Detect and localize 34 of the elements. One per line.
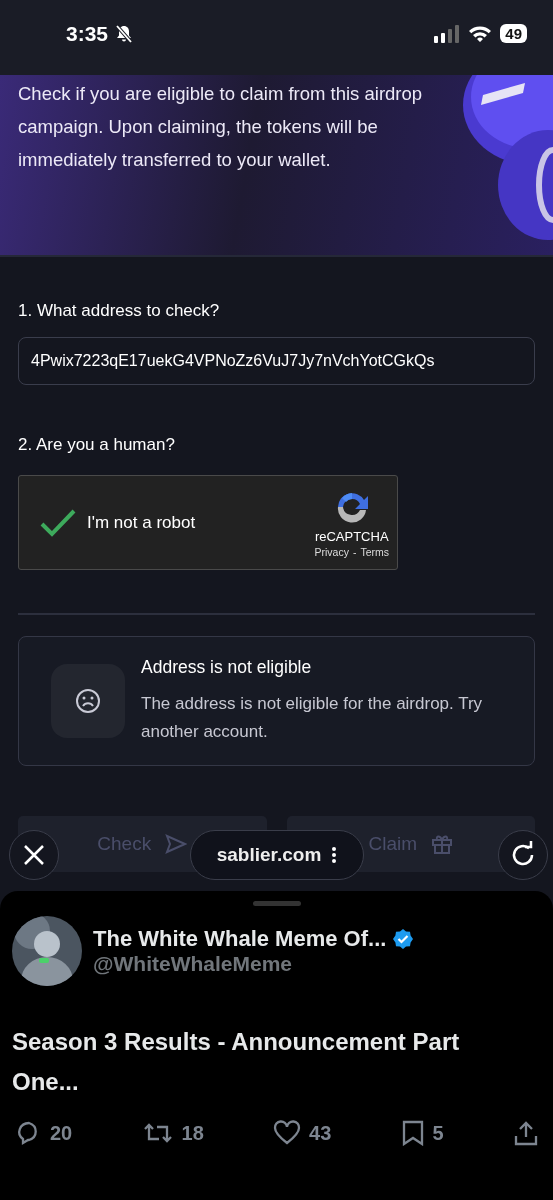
- repost-button[interactable]: 18: [141, 1120, 204, 1146]
- link-separator: -: [352, 546, 357, 558]
- field-label: 2. Are you a human?: [18, 435, 176, 455]
- share-button[interactable]: [513, 1120, 539, 1146]
- reply-button[interactable]: 20: [16, 1120, 73, 1146]
- captcha-label: I'm not a robot: [87, 512, 197, 533]
- captcha-brand: reCAPTCHA: [314, 529, 389, 544]
- sad-face-icon: [51, 664, 125, 738]
- more-icon: [331, 846, 338, 864]
- author-name[interactable]: The White Whale Meme Of...: [93, 926, 387, 952]
- hero-description: Check if you are eligible to claim from this airdrop campaign. Upon claiming, the tokens will be immediately transferred to your wallet.: [18, 82, 424, 172]
- share-icon: [513, 1120, 539, 1146]
- send-icon: [165, 833, 188, 855]
- privacy-link[interactable]: Privacy: [314, 546, 349, 558]
- field-label: 1. What address to check?: [18, 301, 221, 321]
- address-field[interactable]: 4Pwix7223qE17uekG4VPNoZz6VuJ7Jy7nVchYotCGkQs: [18, 337, 535, 385]
- reload-button[interactable]: [498, 830, 548, 880]
- result-title: Address is not eligible: [141, 656, 313, 678]
- close-button[interactable]: [9, 830, 59, 880]
- result-message: The address is not eligible for the airdrop. Try another account.: [141, 692, 484, 743]
- gift-icon: [431, 833, 454, 855]
- post-title: Season 3 Results - Announcement Part One...: [12, 1027, 461, 1097]
- wifi-icon: [468, 24, 493, 43]
- bookmark-button[interactable]: 5: [400, 1120, 444, 1146]
- close-icon: [22, 843, 46, 867]
- status-time: 3:35: [66, 21, 109, 46]
- heart-icon: [273, 1120, 302, 1146]
- bookmark-icon: [400, 1120, 425, 1146]
- like-button[interactable]: 43: [273, 1120, 332, 1146]
- terms-link[interactable]: Terms: [360, 546, 389, 558]
- battery-level: 49: [500, 24, 527, 43]
- author-handle[interactable]: @WhiteWhaleMeme: [93, 952, 415, 976]
- signal-icon: [434, 24, 461, 43]
- url-bar[interactable]: sablier.com: [190, 830, 364, 880]
